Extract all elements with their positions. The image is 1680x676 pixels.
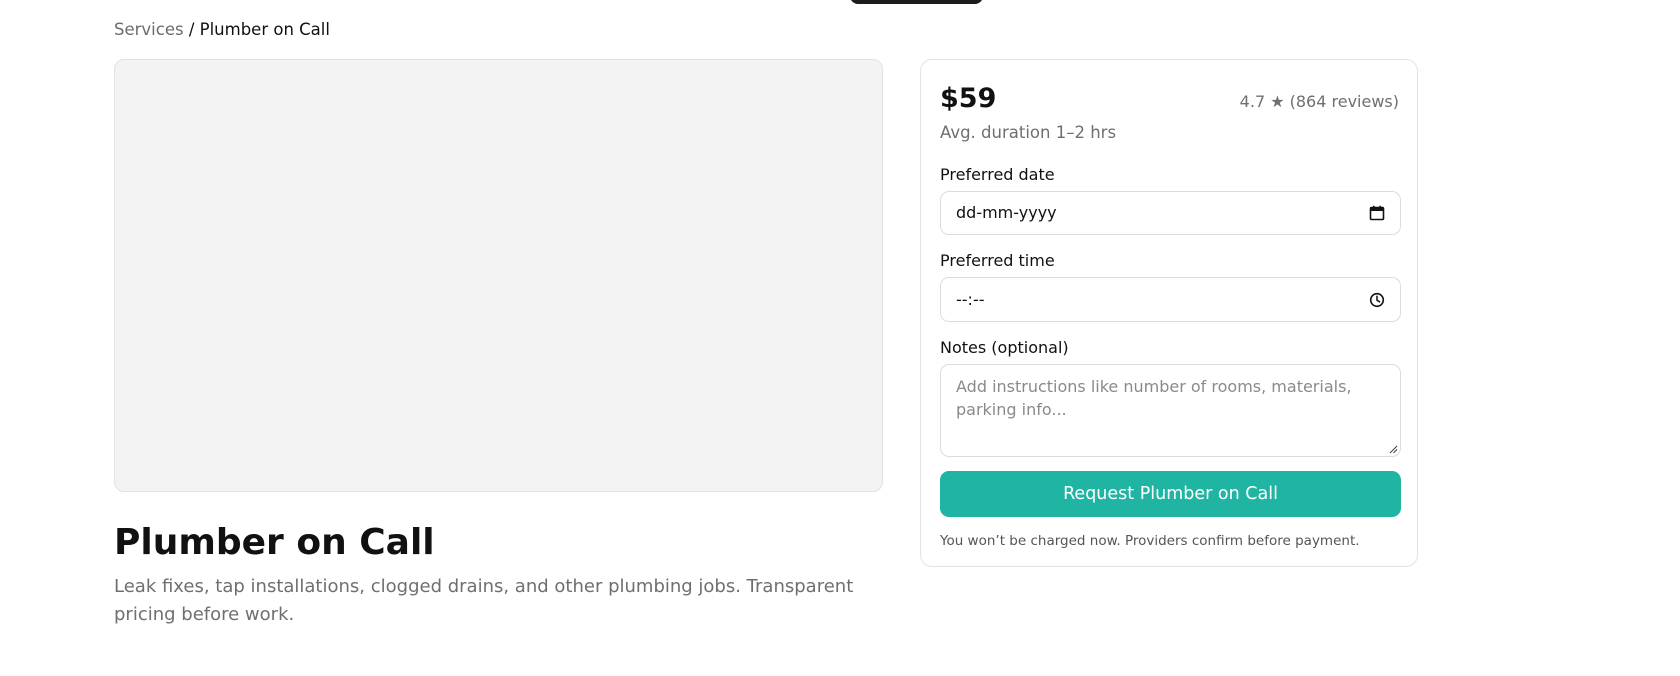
breadcrumb: Services / Plumber on Call <box>114 19 330 41</box>
date-input[interactable]: dd-mm-yyyy <box>940 191 1401 235</box>
date-input-value: dd-mm-yyyy <box>956 203 1057 222</box>
service-image-placeholder <box>114 59 883 492</box>
resize-grip-icon[interactable] <box>1389 445 1398 454</box>
rating-summary: 4.7 ★ (864 reviews) <box>1239 92 1399 111</box>
time-input-value: --:-- <box>956 290 985 309</box>
service-detail-page: Services / Plumber on Call Plumber on Ca… <box>0 0 1680 676</box>
time-label: Preferred time <box>940 251 1055 270</box>
notes-label: Notes (optional) <box>940 338 1069 357</box>
request-service-button[interactable]: Request Plumber on Call <box>940 471 1401 517</box>
top-tab-handle[interactable] <box>850 0 983 4</box>
notes-placeholder: Add instructions like number of rooms, m… <box>956 377 1352 419</box>
clock-icon[interactable] <box>1369 292 1385 308</box>
payment-disclaimer: You won’t be charged now. Providers conf… <box>940 533 1360 549</box>
notes-textarea[interactable]: Add instructions like number of rooms, m… <box>940 364 1401 457</box>
calendar-icon[interactable] <box>1369 205 1385 221</box>
breadcrumb-current: Plumber on Call <box>199 20 330 39</box>
date-label: Preferred date <box>940 165 1055 184</box>
service-description: Leak fixes, tap installations, clogged d… <box>114 576 854 625</box>
breadcrumb-separator: / <box>188 20 195 39</box>
breadcrumb-services-link[interactable]: Services <box>114 20 184 39</box>
price: $59 <box>940 83 997 114</box>
average-duration: Avg. duration 1–2 hrs <box>940 123 1117 142</box>
booking-card: $59 4.7 ★ (864 reviews) Avg. duration 1–… <box>920 59 1418 567</box>
page-title: Plumber on Call <box>114 522 435 563</box>
time-input[interactable]: --:-- <box>940 277 1401 322</box>
